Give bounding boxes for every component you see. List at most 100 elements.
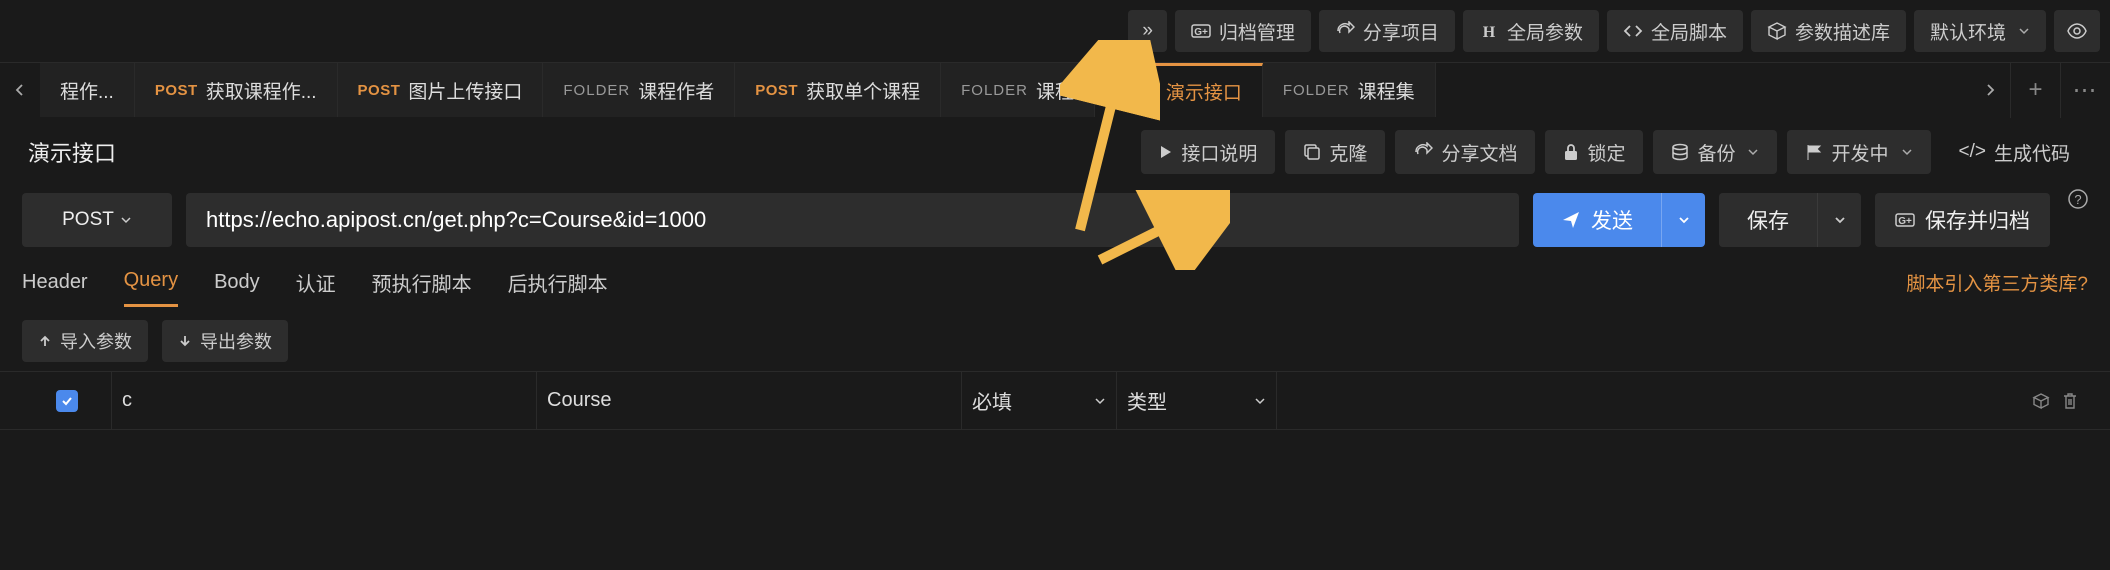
button-label: 归档管理 xyxy=(1219,18,1295,45)
tab-item[interactable]: FOLDER 课程作者 xyxy=(543,63,735,117)
url-input[interactable] xyxy=(186,193,1519,247)
tab-label: 获取单个课程 xyxy=(806,77,920,104)
play-icon xyxy=(1159,144,1173,160)
sub-tab-pre-script[interactable]: 预执行脚本 xyxy=(372,256,472,309)
backup-button[interactable]: 备份 xyxy=(1653,130,1777,174)
sub-tab-body[interactable]: Body xyxy=(214,259,260,306)
folder-badge: FOLDER xyxy=(563,82,630,99)
save-and-archive-button[interactable]: G+ 保存并归档 xyxy=(1875,193,2050,247)
button-label: 导入参数 xyxy=(60,328,132,354)
status-button[interactable]: 开发中 xyxy=(1787,130,1930,174)
code-icon xyxy=(1623,21,1643,41)
share-project-button[interactable]: 分享项目 xyxy=(1319,10,1455,52)
preview-button[interactable] xyxy=(2054,10,2100,52)
tab-item[interactable]: 程作... xyxy=(40,63,135,117)
button-label: 默认环境 xyxy=(1930,18,2006,45)
tab-item[interactable]: FOLDER 课程 xyxy=(941,63,1095,117)
svg-text:?: ? xyxy=(2074,192,2081,207)
required-label: 必填 xyxy=(972,386,1012,415)
svg-text:H: H xyxy=(1483,24,1496,41)
param-value-cell[interactable]: Course xyxy=(537,372,962,429)
global-params-button[interactable]: H 全局参数 xyxy=(1463,10,1599,52)
tab-item-active[interactable]: POST 演示接口 xyxy=(1095,63,1263,117)
sub-tab-query[interactable]: Query xyxy=(124,257,178,307)
folder-badge: FOLDER xyxy=(961,82,1028,99)
chevron-down-icon xyxy=(1678,214,1690,226)
tab-item[interactable]: POST 图片上传接口 xyxy=(338,63,544,117)
import-params-button[interactable]: 导入参数 xyxy=(22,320,148,362)
share-icon xyxy=(1413,142,1433,162)
param-type-select[interactable]: 类型 xyxy=(1117,372,1277,429)
paper-plane-icon xyxy=(1561,210,1581,230)
tabs-scroll-right[interactable] xyxy=(1970,63,2010,117)
row-checkbox[interactable] xyxy=(56,390,78,412)
help-icon[interactable]: ? xyxy=(2068,189,2088,209)
param-value: Course xyxy=(547,389,611,412)
param-required-select[interactable]: 必填 xyxy=(962,372,1117,429)
tabs-scroll-left[interactable] xyxy=(0,63,40,117)
sub-tab-auth[interactable]: 认证 xyxy=(296,256,336,309)
method-badge: POST xyxy=(358,82,401,99)
doc-title: 演示接口 xyxy=(28,136,116,168)
tab-menu-button[interactable]: ⋯ xyxy=(2060,63,2110,118)
chevron-down-icon xyxy=(1901,146,1913,158)
overflow-button[interactable]: » xyxy=(1128,10,1167,52)
cube-icon xyxy=(1767,21,1787,41)
send-dropdown[interactable] xyxy=(1661,193,1705,247)
button-label: 克隆 xyxy=(1329,139,1367,166)
button-label: 分享项目 xyxy=(1363,18,1439,45)
tab-item[interactable]: FOLDER 课程集 xyxy=(1263,63,1436,117)
tab-label: 演示接口 xyxy=(1166,78,1242,105)
param-key: c xyxy=(122,389,132,412)
eye-icon xyxy=(2066,20,2088,42)
chevron-down-icon xyxy=(1747,146,1759,158)
export-params-button[interactable]: 导出参数 xyxy=(162,320,288,362)
folder-badge: FOLDER xyxy=(1283,82,1350,99)
api-desc-button[interactable]: 接口说明 xyxy=(1141,130,1275,174)
method-badge: POST xyxy=(155,82,198,99)
param-desc-cell[interactable] xyxy=(1277,372,1998,429)
tab-label: 获取课程作... xyxy=(206,77,317,104)
clone-button[interactable]: 克隆 xyxy=(1285,130,1385,174)
third-party-lib-link[interactable]: 脚本引入第三方类库? xyxy=(1906,269,2088,296)
button-label: 锁定 xyxy=(1587,139,1625,166)
cube-icon[interactable] xyxy=(2032,392,2050,410)
trash-icon[interactable] xyxy=(2062,392,2078,410)
button-label: 发送 xyxy=(1591,205,1633,235)
add-tab-button[interactable]: + xyxy=(2010,63,2060,118)
chevron-down-icon xyxy=(1094,395,1106,407)
button-label: 全局脚本 xyxy=(1651,18,1727,45)
global-scripts-button[interactable]: 全局脚本 xyxy=(1607,10,1743,52)
method-label: POST xyxy=(62,209,114,231)
svg-text:G+: G+ xyxy=(1194,27,1208,38)
gen-code-button[interactable]: </> 生成代码 xyxy=(1941,130,2089,174)
button-label: 导出参数 xyxy=(200,328,272,354)
button-label: 分享文档 xyxy=(1441,139,1517,166)
chevron-down-icon xyxy=(2018,25,2030,37)
chevron-down-icon xyxy=(120,214,132,226)
tab-item[interactable]: POST 获取课程作... xyxy=(135,63,338,117)
top-toolbar: » G+ 归档管理 分享项目 H 全局参数 全局脚本 参数描述库 默认环境 xyxy=(0,0,2110,62)
share-doc-button[interactable]: 分享文档 xyxy=(1395,130,1535,174)
save-button[interactable]: 保存 xyxy=(1719,193,1817,247)
lock-button[interactable]: 锁定 xyxy=(1545,130,1643,174)
save-dropdown[interactable] xyxy=(1817,193,1861,247)
button-label: 保存并归档 xyxy=(1925,205,2030,235)
svg-text:G+: G+ xyxy=(1898,216,1912,227)
chevron-down-icon xyxy=(1254,395,1266,407)
sub-tab-header[interactable]: Header xyxy=(22,259,88,306)
param-key-cell[interactable]: c xyxy=(112,372,537,429)
sub-tab-post-script[interactable]: 后执行脚本 xyxy=(508,256,608,309)
environment-select[interactable]: 默认环境 xyxy=(1914,10,2046,52)
button-label: 全局参数 xyxy=(1507,18,1583,45)
param-desc-lib-button[interactable]: 参数描述库 xyxy=(1751,10,1906,52)
plus-icon: + xyxy=(2028,76,2042,104)
type-label: 类型 xyxy=(1127,386,1167,415)
table-row: c Course 必填 类型 xyxy=(0,372,2110,430)
archive-manage-button[interactable]: G+ 归档管理 xyxy=(1175,10,1311,52)
tab-item[interactable]: POST 获取单个课程 xyxy=(735,63,941,117)
send-button[interactable]: 发送 xyxy=(1533,193,1661,247)
method-badge: POST xyxy=(1115,83,1158,100)
url-bar: POST 发送 保存 G+ 保存并归档 ? xyxy=(0,187,2110,253)
method-select[interactable]: POST xyxy=(22,193,172,247)
